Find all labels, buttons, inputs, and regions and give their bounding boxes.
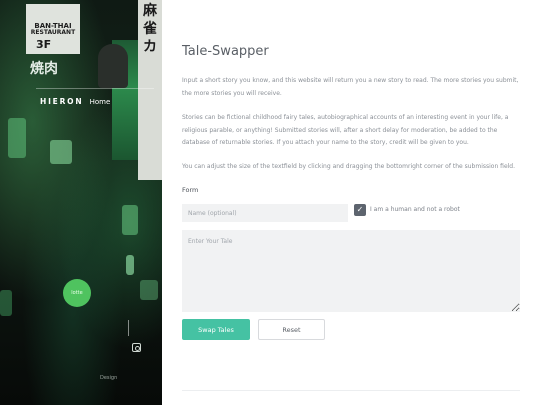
swap-tales-button[interactable]: Swap Tales [182,319,250,340]
instagram-icon[interactable] [132,343,141,352]
site-brand: HIERON Home [40,97,150,106]
neon-glow [122,205,138,235]
sign-restaurant-text: RESTAURANT [30,29,76,37]
neon-glow [126,255,134,275]
form-heading: Form [182,186,199,194]
sidebar-divider [128,320,129,336]
sign-kanji-left: 焼肉 [30,61,58,77]
neon-glow [50,140,72,164]
resize-hint-paragraph: You can adjust the size of the textfield… [182,163,516,170]
footer-divider [182,390,520,391]
restaurant-sign: BAN-THAI RESTAURANT [26,4,80,54]
person-silhouette [98,44,128,88]
brand-divider [36,88,154,89]
brand-name[interactable]: HIERON [40,97,83,106]
circle-neon-sign: lotte [63,279,91,307]
main-content: Tale-Swapper Input a short story you kno… [162,0,540,405]
sidebar-credit: Design [100,375,118,381]
neon-glow [140,280,158,300]
name-input[interactable] [182,204,348,222]
intro-paragraph: Input a short story you know, and this w… [182,77,519,97]
nav-home-link[interactable]: Home [90,98,111,106]
neon-glow [0,290,12,316]
human-checkbox-label: I am a human and not a robot [370,206,460,213]
human-checkbox[interactable]: ✓ [354,204,366,216]
checkmark-icon: ✓ [356,205,364,214]
sign-kanji-right: 麻雀カ [138,0,162,180]
sign-floor-text: 3F [36,38,52,51]
sidebar-photo-panel: BAN-THAI RESTAURANT 3F 焼肉 麻雀カ lotte HIER… [0,0,162,405]
neon-glow [8,118,26,158]
stories-paragraph: Stories can be fictional childhood fairy… [182,114,509,146]
tale-textarea[interactable] [182,230,520,312]
page-title: Tale-Swapper [182,44,269,59]
reset-button[interactable]: Reset [258,319,325,340]
